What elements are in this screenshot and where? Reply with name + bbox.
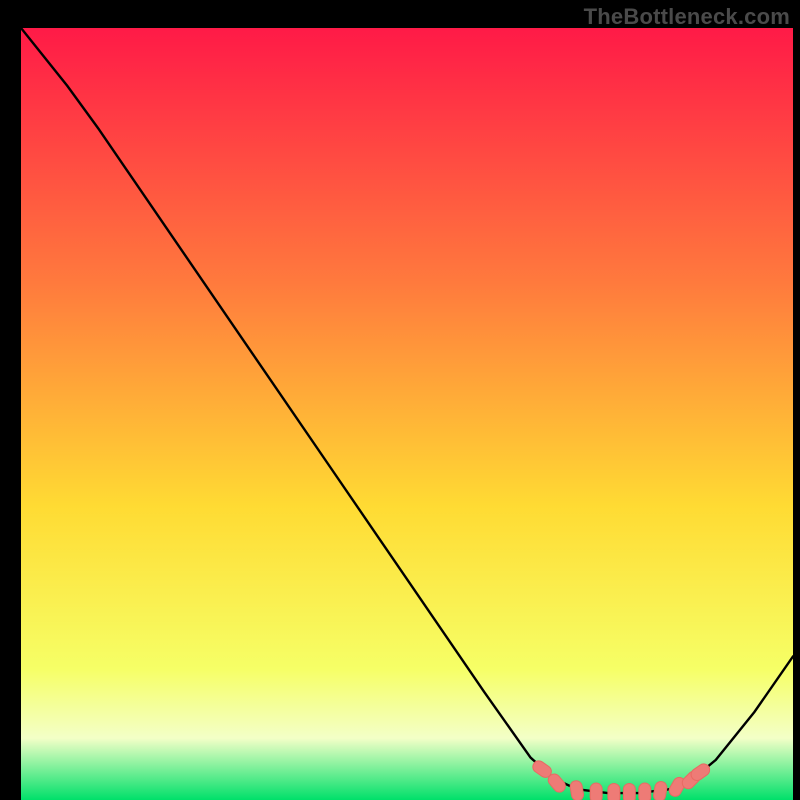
optimal-marker	[608, 783, 620, 800]
optimal-marker	[639, 783, 651, 800]
chart-svg	[21, 28, 793, 800]
plot-area	[21, 28, 793, 800]
optimal-marker	[623, 783, 635, 800]
optimal-marker	[590, 783, 602, 800]
attribution-label: TheBottleneck.com	[584, 4, 790, 30]
chart-stage: TheBottleneck.com	[0, 0, 800, 800]
gradient-background	[21, 28, 793, 800]
